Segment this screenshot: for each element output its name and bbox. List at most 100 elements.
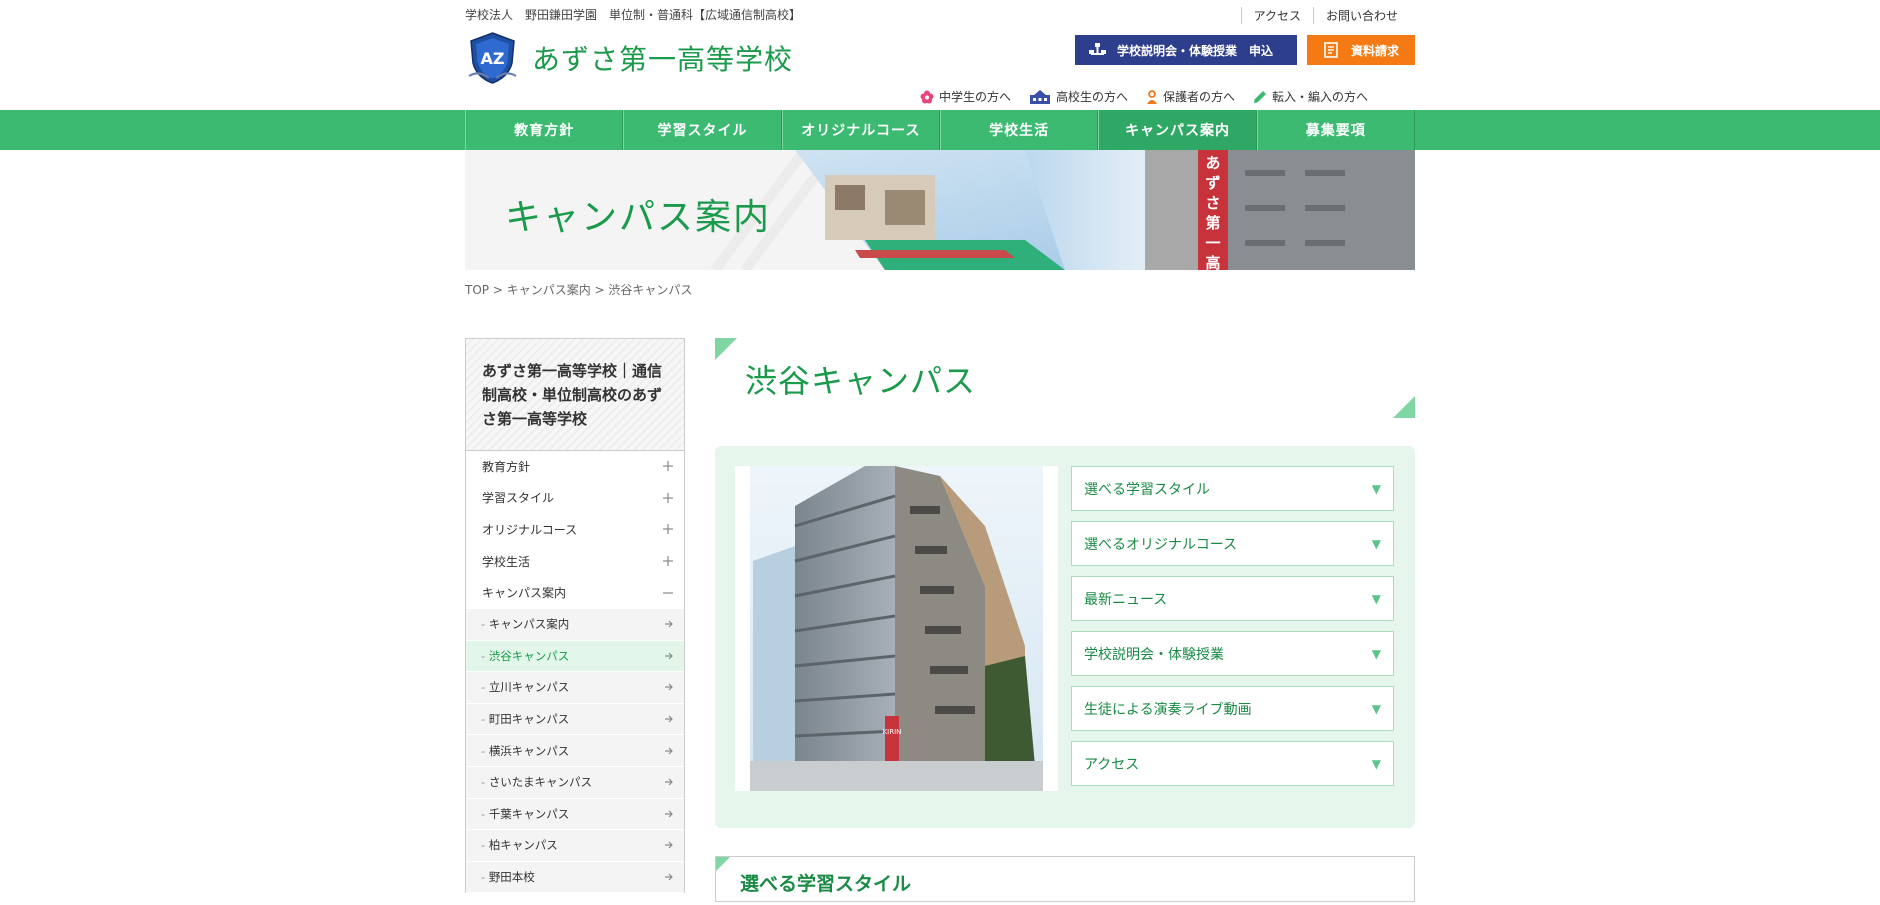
sidebar-item-label: 教育方針 [482, 459, 531, 474]
contact-link[interactable]: お問い合わせ [1312, 7, 1410, 24]
breadcrumb[interactable]: TOP > キャンパス案内 > 渋谷キャンパス [465, 281, 692, 298]
accordion-item[interactable]: 生徒による演奏ライブ動画 ▼ [1071, 686, 1394, 731]
bullet-dash: - [481, 775, 489, 790]
triangle-down-icon: ▼ [1371, 591, 1381, 606]
campus-photo: KIRIN [735, 466, 1058, 791]
triangle-down-icon: ▼ [1371, 481, 1381, 496]
sidebar-subitem-label: - 渋谷キャンパス [481, 648, 569, 664]
flower-icon [920, 90, 934, 103]
sidebar-subitem-label: - 柏キャンパス [481, 837, 558, 853]
top-links: アクセス お問い合わせ [1240, 7, 1410, 24]
arrow-right-icon [665, 652, 673, 660]
bullet-dash: - [481, 743, 489, 758]
accordion-item[interactable]: アクセス ▼ [1071, 741, 1394, 786]
sidebar-subitem-text: 柏キャンパス [488, 838, 558, 853]
bullet-dash: - [481, 838, 489, 853]
audience-high-school[interactable]: 高校生の方へ [1029, 88, 1128, 105]
sidebar-item[interactable]: オリジナルコース [466, 514, 684, 546]
sidebar-subitem[interactable]: - 千葉キャンパス [466, 798, 684, 831]
svg-text:AZ: AZ [481, 49, 505, 68]
sidebar-heading[interactable]: あずさ第一高等学校｜通信制高校・単位制高校のあずさ第一高等学校 [466, 339, 684, 451]
sidebar-item[interactable]: 学校生活 [466, 546, 684, 578]
sidebar-subitem-label: - キャンパス案内 [481, 616, 569, 632]
accordion-item[interactable]: 選べる学習スタイル ▼ [1071, 466, 1394, 511]
sidebar-item-label: オリジナルコース [482, 522, 578, 537]
sidebar-subitem[interactable]: - さいたまキャンパス [466, 766, 684, 799]
header-tagline: 学校法人 野田鎌田学園 単位制・普通科【広域通信制高校】 [465, 8, 802, 22]
sidebar-subitem[interactable]: - 町田キャンパス [466, 703, 684, 736]
section-heading-box: 選べる学習スタイル [715, 856, 1415, 902]
sidebar-subitem[interactable]: - 横浜キャンパス [466, 735, 684, 767]
audience-transfer[interactable]: 転入・編入の方へ [1253, 88, 1368, 105]
nav-learning-style[interactable]: 学習スタイル [623, 110, 782, 150]
logo[interactable]: AZ あずさ第一高等学校 [465, 30, 793, 85]
sidebar-subitem-text: 町田キャンパス [488, 712, 570, 727]
sidebar-item[interactable]: キャンパス案内 [466, 577, 684, 609]
arrow-right-icon [665, 747, 673, 755]
sidebar: あずさ第一高等学校｜通信制高校・単位制高校のあずさ第一高等学校 教育方針学習スタ… [465, 338, 685, 894]
sidebar-subitem[interactable]: - 柏キャンパス [466, 830, 684, 862]
plus-icon [663, 524, 673, 535]
nav-admission[interactable]: 募集要項 [1256, 110, 1415, 150]
global-nav: 教育方針 学習スタイル オリジナルコース 学校生活 キャンパス案内 募集要項 [0, 110, 1880, 150]
accordion-item[interactable]: 学校説明会・体験授業 ▼ [1071, 631, 1394, 676]
accordion-item[interactable]: 選べるオリジナルコース ▼ [1071, 521, 1394, 566]
school-emblem-icon: AZ [468, 32, 517, 84]
sidebar-subitem-label: - さいたまキャンパス [481, 774, 592, 790]
parent-icon [1147, 89, 1158, 104]
audience-label: 保護者の方へ [1163, 90, 1236, 104]
sidebar-item-label: 学校生活 [482, 554, 531, 569]
sidebar-subitem-label: - 町田キャンパス [481, 711, 569, 727]
bullet-dash: - [481, 648, 489, 663]
sidebar-item[interactable]: 学習スタイル [466, 483, 684, 515]
nav-campus-guide[interactable]: キャンパス案内 [1098, 110, 1257, 150]
svg-text:高: 高 [1205, 254, 1220, 270]
section-heading: 選べる学習スタイル [740, 873, 912, 895]
sidebar-subitem-text: キャンパス案内 [488, 617, 570, 632]
sidebar-subitem-text: 横浜キャンパス [488, 743, 570, 758]
sidebar-subitem[interactable]: - キャンパス案内 [466, 608, 684, 641]
page-title: 渋谷キャンパス [745, 362, 977, 400]
bullet-dash: - [481, 712, 489, 727]
bullet-dash: - [481, 870, 489, 885]
document-icon [1324, 42, 1338, 58]
sign-text: KIRIN [883, 728, 902, 736]
nav-original-course[interactable]: オリジナルコース [781, 110, 940, 150]
accordion-label: 選べるオリジナルコース [1084, 536, 1238, 553]
sidebar-item[interactable]: 教育方針 [466, 451, 684, 483]
access-link[interactable]: アクセス [1240, 7, 1313, 24]
sidebar-item-label: キャンパス案内 [482, 586, 567, 601]
audience-junior-high[interactable]: 中学生の方へ [920, 88, 1011, 105]
audience-label: 高校生の方へ [1056, 90, 1129, 104]
audience-label: 中学生の方へ [939, 90, 1012, 104]
accordion-label: 生徒による演奏ライブ動画 [1084, 701, 1252, 718]
plus-icon [663, 461, 673, 472]
sidebar-subitem-text: 千葉キャンパス [488, 806, 570, 821]
triangle-down-icon: ▼ [1371, 646, 1381, 661]
sidebar-subitem-text: 野田本校 [488, 870, 535, 885]
school-icon [1030, 89, 1051, 104]
accordion-label: 最新ニュース [1084, 591, 1168, 608]
hero-sign-text: あ [1205, 154, 1220, 172]
accordion-label: アクセス [1084, 756, 1140, 773]
briefing-application-button[interactable]: 学校説明会・体験授業 申込 [1075, 35, 1297, 65]
sidebar-subitem-text: 立川キャンパス [488, 680, 570, 695]
audience-label: 転入・編入の方へ [1272, 90, 1369, 104]
arrow-right-icon [665, 778, 673, 786]
brochure-button-label: 資料請求 [1351, 43, 1400, 58]
arrow-right-icon [665, 841, 673, 849]
svg-text:さ: さ [1205, 194, 1220, 212]
nav-school-life[interactable]: 学校生活 [939, 110, 1099, 150]
accordion-item[interactable]: 最新ニュース ▼ [1071, 576, 1394, 621]
sidebar-subitem-label: - 千葉キャンパス [481, 806, 569, 822]
bullet-dash: - [481, 617, 489, 632]
brochure-request-button[interactable]: 資料請求 [1307, 35, 1415, 65]
svg-text:第: 第 [1205, 214, 1220, 232]
nav-education-policy[interactable]: 教育方針 [465, 110, 624, 150]
sidebar-subitem[interactable]: - 渋谷キャンパス [466, 640, 684, 673]
accordion-label: 学校説明会・体験授業 [1084, 646, 1224, 663]
plus-icon [663, 556, 673, 567]
sidebar-subitem[interactable]: - 立川キャンパス [466, 672, 684, 704]
audience-parents[interactable]: 保護者の方へ [1146, 88, 1235, 105]
sidebar-subitem[interactable]: - 野田本校 [466, 861, 684, 894]
